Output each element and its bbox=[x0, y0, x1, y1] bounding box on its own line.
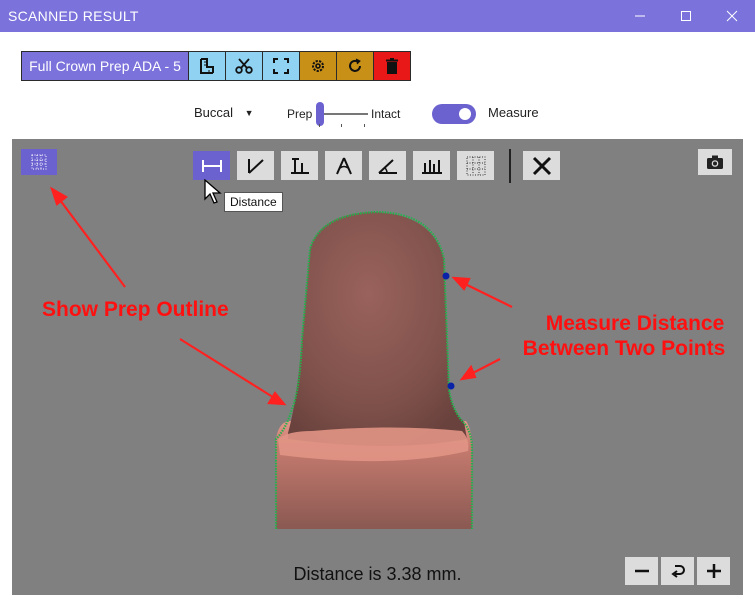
view-select-value: Buccal bbox=[194, 105, 234, 120]
distance-icon bbox=[201, 159, 222, 172]
slider-tick bbox=[341, 124, 342, 127]
annotation-measure-line1: Measure Distance bbox=[545, 312, 725, 335]
slider-tick bbox=[319, 124, 320, 127]
measure-toggle[interactable] bbox=[432, 104, 476, 124]
measure-point-2[interactable] bbox=[447, 382, 455, 390]
measure-point-1[interactable] bbox=[442, 272, 450, 280]
close-icon bbox=[726, 10, 738, 22]
grid-tool-button[interactable] bbox=[457, 151, 494, 180]
slider-right-label: Intact bbox=[371, 107, 401, 121]
ruler-icon bbox=[200, 58, 214, 74]
slider-tick bbox=[364, 124, 365, 127]
camera-icon bbox=[707, 155, 723, 169]
chevron-down-icon: ▼ bbox=[244, 108, 254, 118]
gear-icon bbox=[312, 60, 324, 72]
minus-icon bbox=[634, 569, 649, 573]
reset-button[interactable] bbox=[337, 51, 374, 81]
zoom-out-button[interactable] bbox=[625, 557, 658, 585]
close-icon bbox=[532, 156, 551, 175]
delete-button[interactable] bbox=[374, 51, 411, 81]
controls-row: Buccal ▼ Prep Intact Measure bbox=[0, 100, 755, 128]
distance-tool-button[interactable] bbox=[193, 151, 230, 180]
multi-height-tool-button[interactable] bbox=[413, 151, 450, 180]
dotted-grid-icon bbox=[466, 156, 485, 175]
ruler-button[interactable] bbox=[189, 51, 226, 81]
plus-icon bbox=[706, 564, 721, 578]
reset-view-button[interactable] bbox=[661, 557, 694, 585]
show-prep-outline-button[interactable] bbox=[21, 149, 57, 175]
slider-thumb[interactable] bbox=[316, 102, 324, 126]
view-select[interactable]: Buccal ▼ bbox=[194, 105, 254, 120]
annotation-prep-outline: Show Prep Outline bbox=[42, 298, 229, 321]
mouse-cursor-icon bbox=[204, 179, 222, 204]
scissors-icon bbox=[235, 58, 253, 74]
model-viewport[interactable]: Distance Show Prep Outline Measure Dista… bbox=[12, 139, 743, 595]
cut-button[interactable] bbox=[226, 51, 263, 81]
zoom-in-button[interactable] bbox=[697, 557, 730, 585]
window-title: SCANNED RESULT bbox=[8, 8, 139, 24]
measure-label: Measure bbox=[488, 105, 539, 120]
selection-bracket-icon bbox=[273, 58, 289, 74]
preset-button[interactable]: Full Crown Prep ADA - 5 bbox=[21, 51, 189, 81]
slider-left-label: Prep bbox=[287, 107, 313, 121]
height-icon bbox=[290, 157, 309, 174]
toggle-knob bbox=[459, 108, 471, 120]
slope-icon bbox=[247, 158, 264, 174]
prep-intact-slider[interactable] bbox=[316, 100, 368, 128]
bars-icon bbox=[421, 159, 442, 174]
maximize-button[interactable] bbox=[663, 0, 709, 32]
settings-button[interactable] bbox=[300, 51, 337, 81]
compass-icon bbox=[335, 157, 352, 174]
tooth-model bbox=[50, 186, 513, 529]
clear-measure-button[interactable] bbox=[523, 151, 560, 180]
title-bar: SCANNED RESULT bbox=[0, 0, 755, 32]
line-tool-button[interactable] bbox=[237, 151, 274, 180]
angle-tool-button[interactable] bbox=[369, 151, 406, 180]
refresh-icon bbox=[349, 58, 361, 72]
undo-arrow-icon bbox=[670, 565, 685, 578]
taper-tool-button[interactable] bbox=[325, 151, 362, 180]
annotation-measure-line2: Between Two Points bbox=[522, 337, 726, 360]
trash-icon bbox=[386, 58, 398, 74]
dotted-grid-icon bbox=[31, 154, 47, 170]
maximize-icon bbox=[681, 11, 691, 21]
minimize-button[interactable] bbox=[617, 0, 663, 32]
toolbar-divider bbox=[509, 149, 511, 183]
screenshot-button[interactable] bbox=[698, 149, 732, 175]
minimize-icon bbox=[635, 15, 645, 17]
height-tool-button[interactable] bbox=[281, 151, 318, 180]
main-toolbar: Full Crown Prep ADA - 5 bbox=[21, 51, 411, 83]
angle-icon bbox=[377, 158, 397, 174]
close-window-button[interactable] bbox=[709, 0, 755, 32]
select-region-button[interactable] bbox=[263, 51, 300, 81]
annotation-measure: Measure Distance Between Two Points bbox=[517, 311, 743, 361]
distance-tooltip: Distance bbox=[224, 192, 283, 212]
